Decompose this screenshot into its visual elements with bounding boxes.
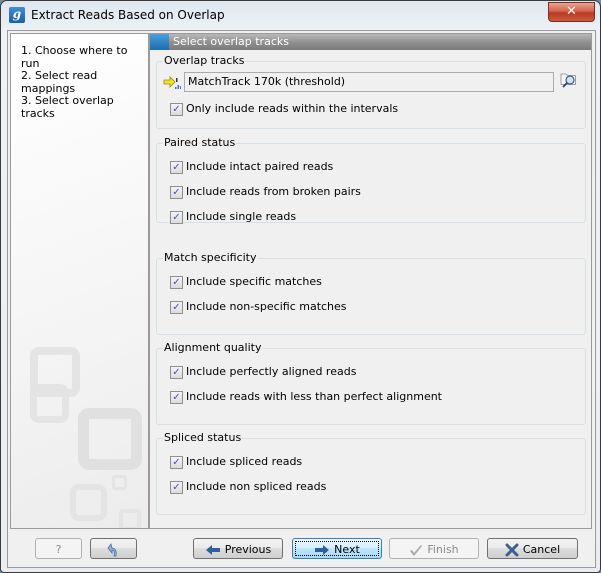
focus-ring bbox=[295, 541, 379, 556]
annotation-track-icon bbox=[163, 76, 181, 89]
checkbox-label: Include reads with less than perfect ali… bbox=[186, 390, 442, 403]
checkbox-checked[interactable]: ✓ bbox=[170, 186, 183, 199]
step-select-overlap-tracks: 3. Select overlap tracks bbox=[21, 94, 114, 120]
checkbox-label: Include intact paired reads bbox=[186, 160, 334, 173]
window-title: Extract Reads Based on Overlap bbox=[31, 8, 225, 22]
title-bar: g Extract Reads Based on Overlap ✕ bbox=[1, 1, 600, 31]
checkbox-label: Only include reads within the intervals bbox=[186, 102, 399, 115]
checkbox-label: Include single reads bbox=[186, 210, 297, 223]
overlap-track-value: MatchTrack 170k (threshold) bbox=[188, 75, 346, 88]
cancel-button[interactable]: Cancel bbox=[487, 538, 578, 559]
group-title: Overlap tracks bbox=[163, 54, 246, 67]
checkbox-label: Include non spliced reads bbox=[186, 480, 327, 493]
panel-header: Select overlap tracks bbox=[150, 34, 591, 50]
decorative-square-icon bbox=[78, 408, 142, 470]
header-accent bbox=[150, 34, 169, 50]
checkbox-checked[interactable]: ✓ bbox=[170, 161, 183, 174]
checkbox-label: Include non-specific matches bbox=[186, 300, 347, 313]
reset-button[interactable] bbox=[90, 538, 137, 559]
previous-button[interactable]: Previous bbox=[193, 538, 283, 559]
checkbox-checked[interactable]: ✓ bbox=[170, 456, 183, 469]
next-button[interactable]: Next bbox=[292, 538, 382, 559]
group-match-specificity: Match specificity ✓ Include specific mat… bbox=[156, 251, 586, 335]
checkbox-checked[interactable]: ✓ bbox=[170, 481, 183, 494]
checkbox-checked[interactable]: ✓ bbox=[170, 391, 183, 404]
group-alignment-quality: Alignment quality ✓ Include perfectly al… bbox=[156, 341, 586, 425]
group-title: Paired status bbox=[163, 136, 237, 149]
decorative-square-icon bbox=[30, 384, 69, 423]
checkbox-checked[interactable]: ✓ bbox=[170, 211, 183, 224]
checkbox-checked[interactable]: ✓ bbox=[170, 276, 183, 289]
group-spliced-status: Spliced status ✓ Include spliced reads ✓… bbox=[156, 431, 586, 515]
previous-label: Previous bbox=[224, 543, 272, 556]
app-logo-icon: g bbox=[9, 7, 25, 23]
close-button[interactable]: ✕ bbox=[548, 2, 595, 22]
checkbox-label: Include spliced reads bbox=[186, 455, 303, 468]
wizard-steps-panel: 1. Choose where to run 2. Select read ma… bbox=[10, 33, 149, 529]
checkbox-checked[interactable]: ✓ bbox=[170, 366, 183, 379]
group-paired-status: Paired status ✓ Include intact paired re… bbox=[156, 136, 586, 224]
checkbox-checked[interactable]: ✓ bbox=[170, 301, 183, 314]
group-overlap-tracks: Overlap tracks MatchTrack 170k (threshol… bbox=[156, 54, 586, 129]
dialog-window: g Extract Reads Based on Overlap ✕ 1. Ch… bbox=[0, 0, 601, 573]
checkbox-label: Include specific matches bbox=[186, 275, 322, 288]
cancel-x-icon bbox=[505, 543, 519, 557]
finish-button[interactable]: Finish bbox=[389, 538, 479, 559]
browse-folder-icon[interactable] bbox=[560, 70, 578, 88]
undo-arrow-icon bbox=[106, 543, 117, 557]
overlap-track-field[interactable]: MatchTrack 170k (threshold) bbox=[184, 72, 554, 92]
group-title: Spliced status bbox=[163, 431, 243, 444]
decorative-square-icon bbox=[119, 509, 141, 528]
cancel-label: Cancel bbox=[522, 543, 561, 556]
help-button[interactable]: ? bbox=[35, 538, 82, 559]
checkbox-label: Include reads from broken pairs bbox=[186, 185, 361, 198]
finish-label: Finish bbox=[427, 543, 459, 556]
overlap-settings-panel: Select overlap tracks Overlap tracks Mat… bbox=[149, 33, 592, 529]
help-label: ? bbox=[55, 543, 62, 556]
panel-header-title: Select overlap tracks bbox=[173, 35, 289, 48]
checkmark-icon bbox=[410, 545, 423, 556]
checkbox-label: Include perfectly aligned reads bbox=[186, 365, 357, 378]
step-select-read-mappings: 2. Select read mappings bbox=[21, 69, 98, 95]
dialog-body: 1. Choose where to run 2. Select read ma… bbox=[7, 30, 596, 568]
arrow-left-icon bbox=[205, 545, 220, 555]
close-icon: ✕ bbox=[566, 4, 577, 19]
decorative-square-icon bbox=[70, 484, 107, 521]
group-title: Alignment quality bbox=[163, 341, 263, 354]
group-title: Match specificity bbox=[163, 251, 258, 264]
step-choose-where-to-run: 1. Choose where to run bbox=[21, 44, 128, 70]
checkbox-checked[interactable]: ✓ bbox=[170, 103, 183, 116]
decorative-square-icon bbox=[112, 475, 127, 490]
